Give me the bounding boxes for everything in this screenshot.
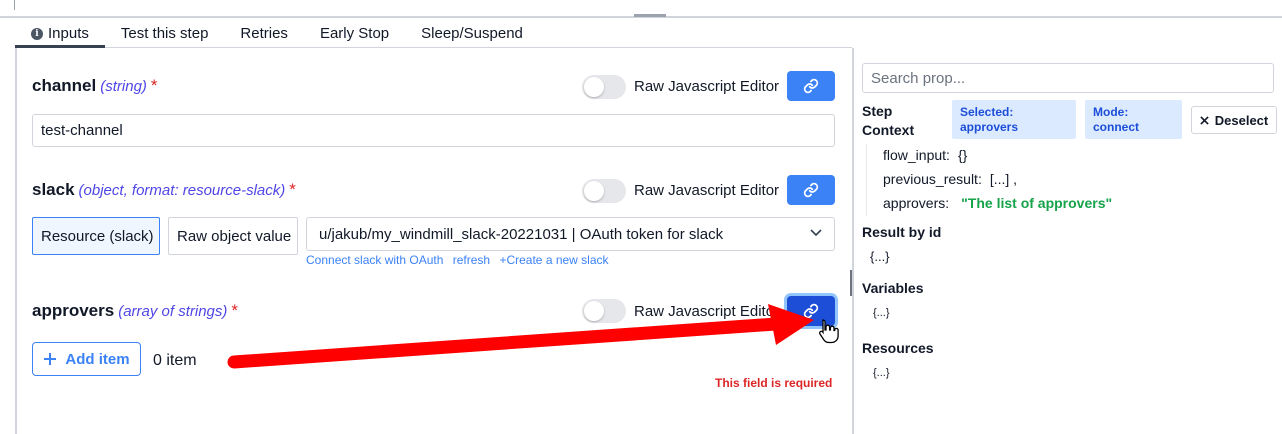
deselect-label: Deselect — [1214, 112, 1269, 128]
refresh-link[interactable]: refresh — [453, 253, 490, 267]
arg-slack-type: (object, format: resource-slack) — [78, 182, 286, 199]
context-value: [...] , — [989, 171, 1018, 187]
context-value: "The list of approvers" — [961, 195, 1113, 211]
context-panel: Step Context Selected: approvers Mode: c… — [854, 48, 1282, 434]
tab-inputs[interactable]: i Inputs — [15, 21, 105, 48]
context-value: {} — [957, 147, 968, 163]
resource-select-value: u/jakub/my_windmill_slack-20221031 | OAu… — [319, 226, 724, 243]
channel-connect-button[interactable] — [787, 71, 835, 101]
step-context-title: Step Context — [862, 103, 915, 138]
add-item-button[interactable]: Add item — [32, 342, 141, 376]
step-tabs: i Inputs Test this step Retries Early St… — [15, 21, 852, 48]
tab-label: Inputs — [48, 25, 89, 42]
required-mark: * — [289, 180, 296, 199]
tab-label: Early Stop — [319, 25, 390, 42]
resources-title: Resources — [862, 340, 934, 356]
top-strip-tick — [14, 0, 15, 10]
link-icon — [803, 182, 819, 198]
hand-pointer-icon — [819, 319, 839, 344]
arg-channel-name: channel — [32, 76, 97, 95]
resource-links: Connect slack with OAuth refresh +Create… — [306, 253, 615, 267]
context-row-previous-result[interactable]: previous_result: [...] , — [883, 171, 1017, 187]
arg-approvers-type: (array of strings) — [118, 303, 228, 320]
arg-approvers-header: approvers (array of strings) * — [32, 301, 238, 321]
channel-raw-js-toggle[interactable] — [582, 75, 626, 99]
divider-grip[interactable] — [850, 270, 852, 296]
deselect-button[interactable]: Deselect — [1191, 106, 1277, 134]
raw-object-value-button[interactable]: Raw object value — [168, 217, 298, 255]
close-icon — [1200, 115, 1209, 125]
context-key: flow_input: — [883, 147, 950, 163]
context-key: previous_result: — [883, 171, 982, 187]
tab-label: Sleep/Suspend — [421, 25, 523, 42]
arg-channel-type: (string) — [100, 78, 147, 95]
resources-value[interactable]: {...} — [873, 367, 890, 379]
tab-early-stop[interactable]: Early Stop — [304, 21, 405, 48]
tab-label: Test this step — [120, 25, 209, 42]
add-item-label: Add item — [65, 350, 130, 368]
link-icon — [803, 78, 819, 94]
tab-retries[interactable]: Retries — [224, 21, 304, 48]
info-icon: i — [31, 28, 43, 40]
variables-value[interactable]: {...} — [873, 307, 890, 319]
channel-input[interactable]: test-channel — [32, 114, 835, 147]
tab-sleep-suspend[interactable]: Sleep/Suspend — [405, 21, 539, 48]
chevron-down-icon — [810, 229, 822, 237]
result-by-id-value[interactable]: {...} — [870, 249, 890, 264]
link-icon — [803, 303, 819, 319]
arg-slack-name: slack — [32, 180, 75, 199]
approvers-raw-js-toggle[interactable] — [582, 299, 626, 323]
channel-raw-js-label: Raw Javascript Editor — [634, 78, 780, 95]
selected-badge: Selected: approvers — [952, 100, 1076, 139]
plus-icon — [44, 353, 57, 365]
slack-raw-js-label: Raw Javascript Editor — [634, 182, 780, 199]
context-row-approvers[interactable]: approvers: "The list of approvers" — [883, 195, 1112, 211]
approvers-raw-js-label: Raw Javascript Editor — [634, 303, 780, 320]
required-mark: * — [150, 76, 158, 95]
context-row-flow-input[interactable]: flow_input: {} — [883, 147, 967, 163]
required-mark: * — [231, 301, 239, 320]
context-key: approvers: — [883, 195, 950, 211]
required-error: This field is required — [715, 376, 833, 390]
mode-badge: Mode: connect — [1085, 100, 1182, 139]
item-count: 0 item — [153, 352, 197, 369]
arg-slack-header: slack (object, format: resource-slack) * — [32, 180, 296, 200]
slack-connect-button[interactable] — [787, 175, 835, 205]
resize-handle[interactable] — [634, 14, 666, 17]
result-by-id-title: Result by id — [862, 224, 942, 240]
tab-label: Retries — [240, 25, 288, 42]
arg-channel-header: channel (string) * — [32, 76, 158, 96]
connect-oauth-link[interactable]: Connect slack with OAuth — [306, 253, 443, 267]
tab-test-this-step[interactable]: Test this step — [105, 21, 225, 48]
search-prop-input[interactable] — [862, 63, 1274, 93]
create-new-link[interactable]: +Create a new slack — [499, 253, 608, 267]
top-strip — [0, 0, 1282, 18]
slack-raw-js-toggle[interactable] — [582, 179, 626, 203]
context-tree-line — [866, 144, 867, 216]
resource-slack-button[interactable]: Resource (slack) — [32, 217, 160, 255]
arg-approvers-name: approvers — [32, 301, 115, 320]
resource-select[interactable]: u/jakub/my_windmill_slack-20221031 | OAu… — [306, 217, 835, 251]
variables-title: Variables — [862, 280, 924, 296]
